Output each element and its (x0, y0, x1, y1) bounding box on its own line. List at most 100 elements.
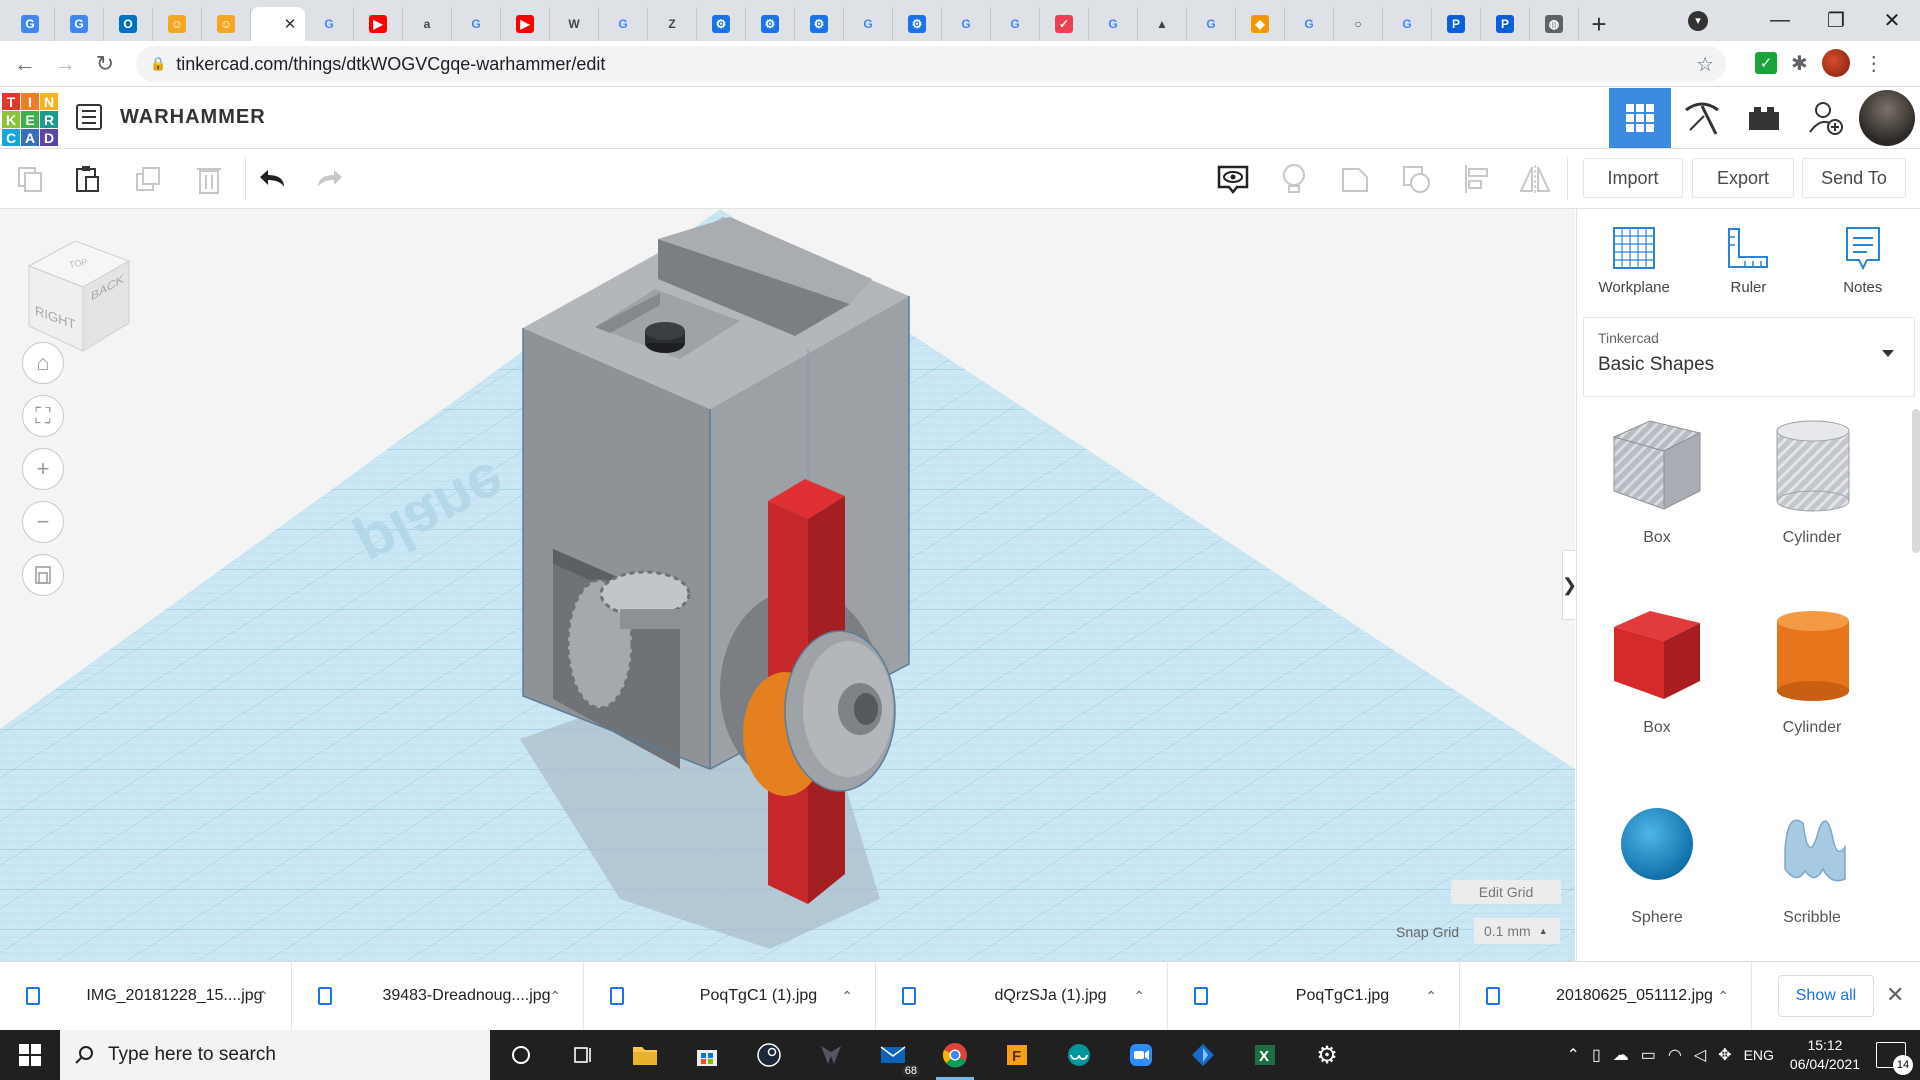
back-icon[interactable]: ← (10, 51, 40, 77)
taskbar-search-field[interactable]: Type here to search (60, 1030, 490, 1080)
chevron-up-icon[interactable]: ⌃ (1717, 988, 1729, 1005)
mail-button[interactable]: 68 (862, 1030, 924, 1080)
download-item[interactable]: dQrzSJa (1).jpg ⌃ (876, 961, 1168, 1031)
show-all-button[interactable] (1213, 159, 1253, 199)
chevron-up-icon[interactable]: ⌃ (257, 988, 269, 1005)
browser-tab[interactable]: ▶ (354, 7, 403, 41)
bookmark-star-icon[interactable]: ☆ (1696, 52, 1714, 77)
file-explorer-button[interactable] (614, 1030, 676, 1080)
3d-design-view-button[interactable] (1609, 88, 1671, 148)
shape-cylinder[interactable]: Cylinder (1742, 599, 1882, 737)
browser-tab[interactable]: G (55, 7, 104, 41)
cloud-icon[interactable]: ☁ (1613, 1045, 1629, 1065)
mirror-button[interactable] (1515, 159, 1555, 199)
extensions-puzzle-icon[interactable]: ✱ (1791, 51, 1808, 76)
start-button[interactable] (0, 1030, 60, 1080)
add-user-button[interactable] (1795, 88, 1857, 148)
browser-tab[interactable]: P (1432, 7, 1481, 41)
browser-tab[interactable]: W (550, 7, 599, 41)
forward-icon[interactable]: → (50, 51, 80, 77)
view-cube[interactable]: TOP RIGHT BACK (25, 241, 135, 356)
ungroup-button[interactable] (1396, 159, 1436, 199)
3d-viewport[interactable]: plane TOP RIGHT BACK ⌂ ⛶ + − Edit Grid S… (0, 209, 1575, 961)
align-button[interactable] (1457, 159, 1497, 199)
chevron-up-icon[interactable]: ⌃ (1567, 1045, 1580, 1065)
collapse-panel-button[interactable]: ❯ (1562, 550, 1575, 620)
zoom-out-button[interactable]: − (22, 501, 64, 543)
reload-icon[interactable]: ↻ (90, 51, 120, 77)
design-list-icon[interactable] (76, 104, 102, 130)
profile-avatar[interactable] (1821, 49, 1850, 77)
browser-tab[interactable]: G (991, 7, 1040, 41)
task-view-button[interactable] (552, 1030, 614, 1080)
browser-tab[interactable]: a (403, 7, 452, 41)
delete-button[interactable] (189, 159, 229, 199)
group-button[interactable] (1335, 159, 1375, 199)
new-tab-button[interactable]: + (1579, 7, 1619, 41)
browser-tab[interactable]: P (1481, 7, 1530, 41)
close-download-bar-icon[interactable]: ✕ (1886, 982, 1904, 1008)
browser-tab[interactable]: Z (648, 7, 697, 41)
dropbox-icon[interactable]: ✥ (1718, 1045, 1731, 1065)
bricks-view-button[interactable] (1733, 88, 1795, 148)
lock-icon[interactable]: 🔒 (150, 56, 166, 72)
chevron-up-icon[interactable]: ⌃ (549, 988, 561, 1005)
chrome-button[interactable] (924, 1030, 986, 1080)
download-item[interactable]: PoqTgC1 (1).jpg ⌃ (584, 961, 876, 1031)
ruler-tool[interactable]: Ruler (1698, 225, 1798, 313)
browser-tab[interactable]: ◍ (1530, 7, 1579, 41)
browser-tab[interactable]: ▶ (501, 7, 550, 41)
download-item[interactable]: 39483-Dreadnoug....jpg ⌃ (292, 961, 584, 1031)
close-tab-icon[interactable]: ✕ (284, 15, 297, 33)
browser-tab[interactable]: ⚙ (746, 7, 795, 41)
arduino-button[interactable] (1048, 1030, 1110, 1080)
duplicate-button[interactable] (129, 159, 169, 199)
workplane-tool[interactable]: Workplane (1584, 225, 1684, 313)
shape-box-hole[interactable]: Box (1587, 409, 1727, 547)
zoom-button[interactable] (1110, 1030, 1172, 1080)
browser-tab[interactable]: G (6, 7, 55, 41)
browser-tab[interactable]: G (1089, 7, 1138, 41)
browser-tab[interactable]: G (305, 7, 354, 41)
close-window-icon[interactable]: ✕ (1864, 8, 1920, 33)
fit-view-button[interactable]: ⛶ (22, 395, 64, 437)
browser-tab[interactable]: G (599, 7, 648, 41)
battery-icon[interactable]: ▭ (1641, 1045, 1656, 1065)
export-button[interactable]: Export (1692, 158, 1794, 198)
app-button[interactable] (1172, 1030, 1234, 1080)
browser-tab[interactable]: ☺ (153, 7, 202, 41)
copy-button[interactable] (10, 159, 50, 199)
redo-button[interactable] (310, 159, 350, 199)
browser-tab[interactable]: G (1383, 7, 1432, 41)
browser-tab[interactable]: ✓ (1040, 7, 1089, 41)
show-all-downloads-button[interactable]: Show all (1778, 975, 1874, 1017)
notifications-button[interactable]: 14 (1876, 1042, 1913, 1075)
maximize-icon[interactable]: ❐ (1808, 8, 1864, 33)
edit-grid-button[interactable]: Edit Grid (1451, 880, 1561, 904)
url-field[interactable]: 🔒 tinkercad.com/things/dtkWOGVCgqe-warha… (136, 46, 1726, 82)
shape-library-select[interactable]: Tinkercad Basic Shapes (1583, 317, 1915, 397)
notes-tool[interactable]: Notes (1813, 225, 1913, 313)
light-bulb-button[interactable] (1274, 159, 1314, 199)
perspective-button[interactable] (22, 554, 64, 596)
tinkercad-logo[interactable]: TIN KER CAD (2, 93, 58, 146)
taskbar-clock[interactable]: 15:12 06/04/2021 (1790, 1036, 1860, 1074)
shape-box[interactable]: Box (1587, 599, 1727, 737)
browser-menu-icon[interactable]: ⋮ (1864, 51, 1884, 76)
blocks-view-button[interactable] (1671, 88, 1733, 148)
panel-scrollbar[interactable] (1912, 409, 1920, 553)
fusion-button[interactable]: F (986, 1030, 1048, 1080)
browser-tab[interactable]: G (1285, 7, 1334, 41)
browser-tab[interactable]: G (1187, 7, 1236, 41)
excel-button[interactable]: X (1234, 1030, 1296, 1080)
user-avatar[interactable] (1859, 90, 1915, 146)
volume-icon[interactable]: ◁ (1694, 1045, 1706, 1065)
home-view-button[interactable]: ⌂ (22, 342, 64, 384)
import-button[interactable]: Import (1583, 158, 1683, 198)
browser-tab[interactable]: ○ (1334, 7, 1383, 41)
send-to-button[interactable]: Send To (1802, 158, 1906, 198)
browser-tab[interactable]: ✕ (251, 7, 305, 41)
snap-grid-select[interactable]: 0.1 mm ▲ (1474, 918, 1560, 944)
browser-tab[interactable]: ☺ (202, 7, 251, 41)
device-icon[interactable]: ▯ (1592, 1045, 1601, 1065)
